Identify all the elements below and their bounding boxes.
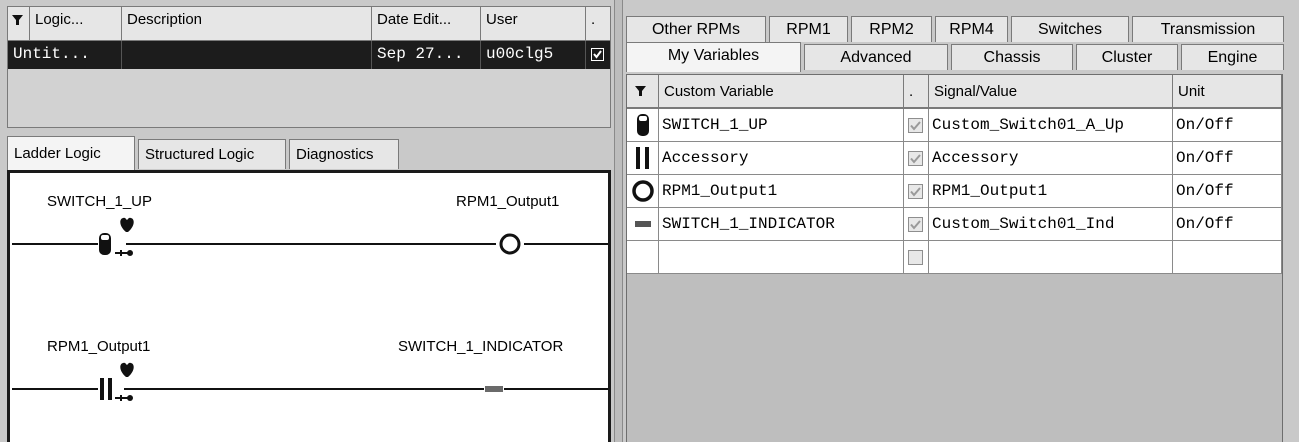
- heart-key-icon: [115, 217, 134, 256]
- enabled-cell: [904, 175, 929, 208]
- tab-my-variables[interactable]: My Variables: [626, 42, 801, 72]
- table-row[interactable]: RPM1_Output1 RPM1_Output1 On/Off: [627, 175, 1282, 208]
- unit-cell: On/Off: [1173, 142, 1282, 175]
- signal-value-cell: Custom_Switch01_A_Up: [929, 109, 1173, 142]
- normally-open-contact-icon[interactable]: [100, 378, 112, 400]
- rung-1-output-label: RPM1_Output1: [456, 193, 560, 210]
- logic-table-row[interactable]: Untit... Sep 27... u00clg5: [8, 41, 610, 69]
- coil-circle-icon: [632, 180, 654, 202]
- custom-variable-cell: RPM1_Output1: [659, 175, 904, 208]
- tab-engine[interactable]: Engine: [1181, 44, 1284, 70]
- rung-2-input-label: RPM1_Output1: [47, 338, 151, 355]
- table-row[interactable]: SWITCH_1_INDICATOR Custom_Switch01_Ind O…: [627, 208, 1282, 241]
- table-row[interactable]: Accessory Accessory On/Off: [627, 142, 1282, 175]
- checkmark-icon: [910, 187, 921, 197]
- heart-key-icon: [115, 362, 134, 401]
- panel-splitter[interactable]: [614, 0, 623, 442]
- enabled-cell: [904, 208, 929, 241]
- unit-cell: On/Off: [1173, 109, 1282, 142]
- logic-list-table: Logic... Description Date Edit... User .…: [7, 6, 611, 128]
- logic-name-cell: Untit...: [8, 41, 122, 69]
- row-icon-cell: [627, 142, 659, 175]
- normally-open-contact-icon: [636, 147, 649, 169]
- enabled-cell: [904, 241, 929, 274]
- signal-value-cell: RPM1_Output1: [929, 175, 1173, 208]
- table-row[interactable]: [627, 241, 1282, 274]
- ladder-logic-canvas[interactable]: SWITCH_1_UP RPM1_Output1 RPM1_Output1 SW…: [7, 170, 611, 442]
- tab-switches[interactable]: Switches: [1011, 16, 1129, 42]
- row-checkbox[interactable]: [591, 48, 604, 61]
- enabled-cell: [904, 109, 929, 142]
- column-header-logic[interactable]: Logic...: [30, 7, 122, 41]
- indicator-dash-icon: [635, 221, 651, 227]
- column-header-signal-value[interactable]: Signal/Value: [929, 75, 1173, 109]
- enabled-checkbox[interactable]: [908, 118, 923, 133]
- column-header-unit[interactable]: Unit: [1173, 75, 1282, 109]
- signal-value-cell: Custom_Switch01_Ind: [929, 208, 1173, 241]
- unit-cell: On/Off: [1173, 208, 1282, 241]
- row-icon-cell: [627, 241, 659, 274]
- tab-cluster[interactable]: Cluster: [1076, 44, 1178, 70]
- row-icon-cell: [627, 175, 659, 208]
- coil-circle-icon[interactable]: [499, 233, 521, 255]
- filter-icon: [635, 86, 646, 96]
- column-header-description[interactable]: Description: [122, 7, 372, 41]
- tab-diagnostics[interactable]: Diagnostics: [289, 139, 399, 169]
- custom-variable-cell: SWITCH_1_UP: [659, 109, 904, 142]
- tab-rpm4[interactable]: RPM4: [935, 16, 1008, 42]
- enabled-checkbox[interactable]: [908, 151, 923, 166]
- unit-cell: On/Off: [1173, 175, 1282, 208]
- checkmark-icon: [910, 121, 921, 131]
- tab-advanced[interactable]: Advanced: [804, 44, 948, 70]
- user-cell: u00clg5: [481, 41, 586, 69]
- tab-chassis[interactable]: Chassis: [951, 44, 1073, 70]
- rung-1: [12, 217, 608, 256]
- tab-ladder-logic[interactable]: Ladder Logic: [7, 136, 135, 170]
- checkmark-icon: [910, 154, 921, 164]
- tab-other-rpms[interactable]: Other RPMs: [626, 16, 766, 42]
- enabled-checkbox[interactable]: [908, 250, 923, 265]
- filter-icon: [12, 15, 23, 25]
- tab-rpm2[interactable]: RPM2: [851, 16, 932, 42]
- tab-transmission[interactable]: Transmission: [1132, 16, 1284, 42]
- row-icon-cell: [627, 109, 659, 142]
- switch-contact-icon[interactable]: [99, 233, 111, 255]
- enabled-cell: [904, 142, 929, 175]
- tab-rpm1[interactable]: RPM1: [769, 16, 848, 42]
- rung-1-input-label: SWITCH_1_UP: [47, 193, 153, 210]
- checkmark-icon: [910, 220, 921, 230]
- custom-variable-cell[interactable]: [659, 241, 904, 274]
- row-icon-cell: [627, 208, 659, 241]
- column-header-date-edited[interactable]: Date Edit...: [372, 7, 481, 41]
- row-checkbox-cell: [586, 41, 610, 69]
- column-header-check[interactable]: .: [586, 7, 610, 41]
- unit-cell[interactable]: [1173, 241, 1282, 274]
- rung-2-output-label: SWITCH_1_INDICATOR: [398, 338, 564, 355]
- table-row[interactable]: SWITCH_1_UP Custom_Switch01_A_Up On/Off: [627, 109, 1282, 142]
- custom-variable-cell: SWITCH_1_INDICATOR: [659, 208, 904, 241]
- custom-variable-cell: Accessory: [659, 142, 904, 175]
- signal-value-cell: Accessory: [929, 142, 1173, 175]
- custom-variable-table: Custom Variable . Signal/Value Unit SWIT…: [626, 74, 1283, 442]
- description-cell: [122, 41, 372, 69]
- rung-2: [12, 362, 608, 401]
- enabled-checkbox[interactable]: [908, 217, 923, 232]
- date-edited-cell: Sep 27...: [372, 41, 481, 69]
- var-filter-header[interactable]: [627, 75, 659, 109]
- filter-header[interactable]: [8, 7, 30, 41]
- indicator-dash-icon[interactable]: [485, 386, 503, 392]
- checkmark-icon: [593, 50, 602, 59]
- column-header-user[interactable]: User: [481, 7, 586, 41]
- signal-value-cell[interactable]: [929, 241, 1173, 274]
- column-header-custom-variable[interactable]: Custom Variable: [659, 75, 904, 109]
- enabled-checkbox[interactable]: [908, 184, 923, 199]
- switch-contact-icon: [637, 114, 649, 136]
- column-header-enabled[interactable]: .: [904, 75, 929, 109]
- tab-structured-logic[interactable]: Structured Logic: [138, 139, 286, 169]
